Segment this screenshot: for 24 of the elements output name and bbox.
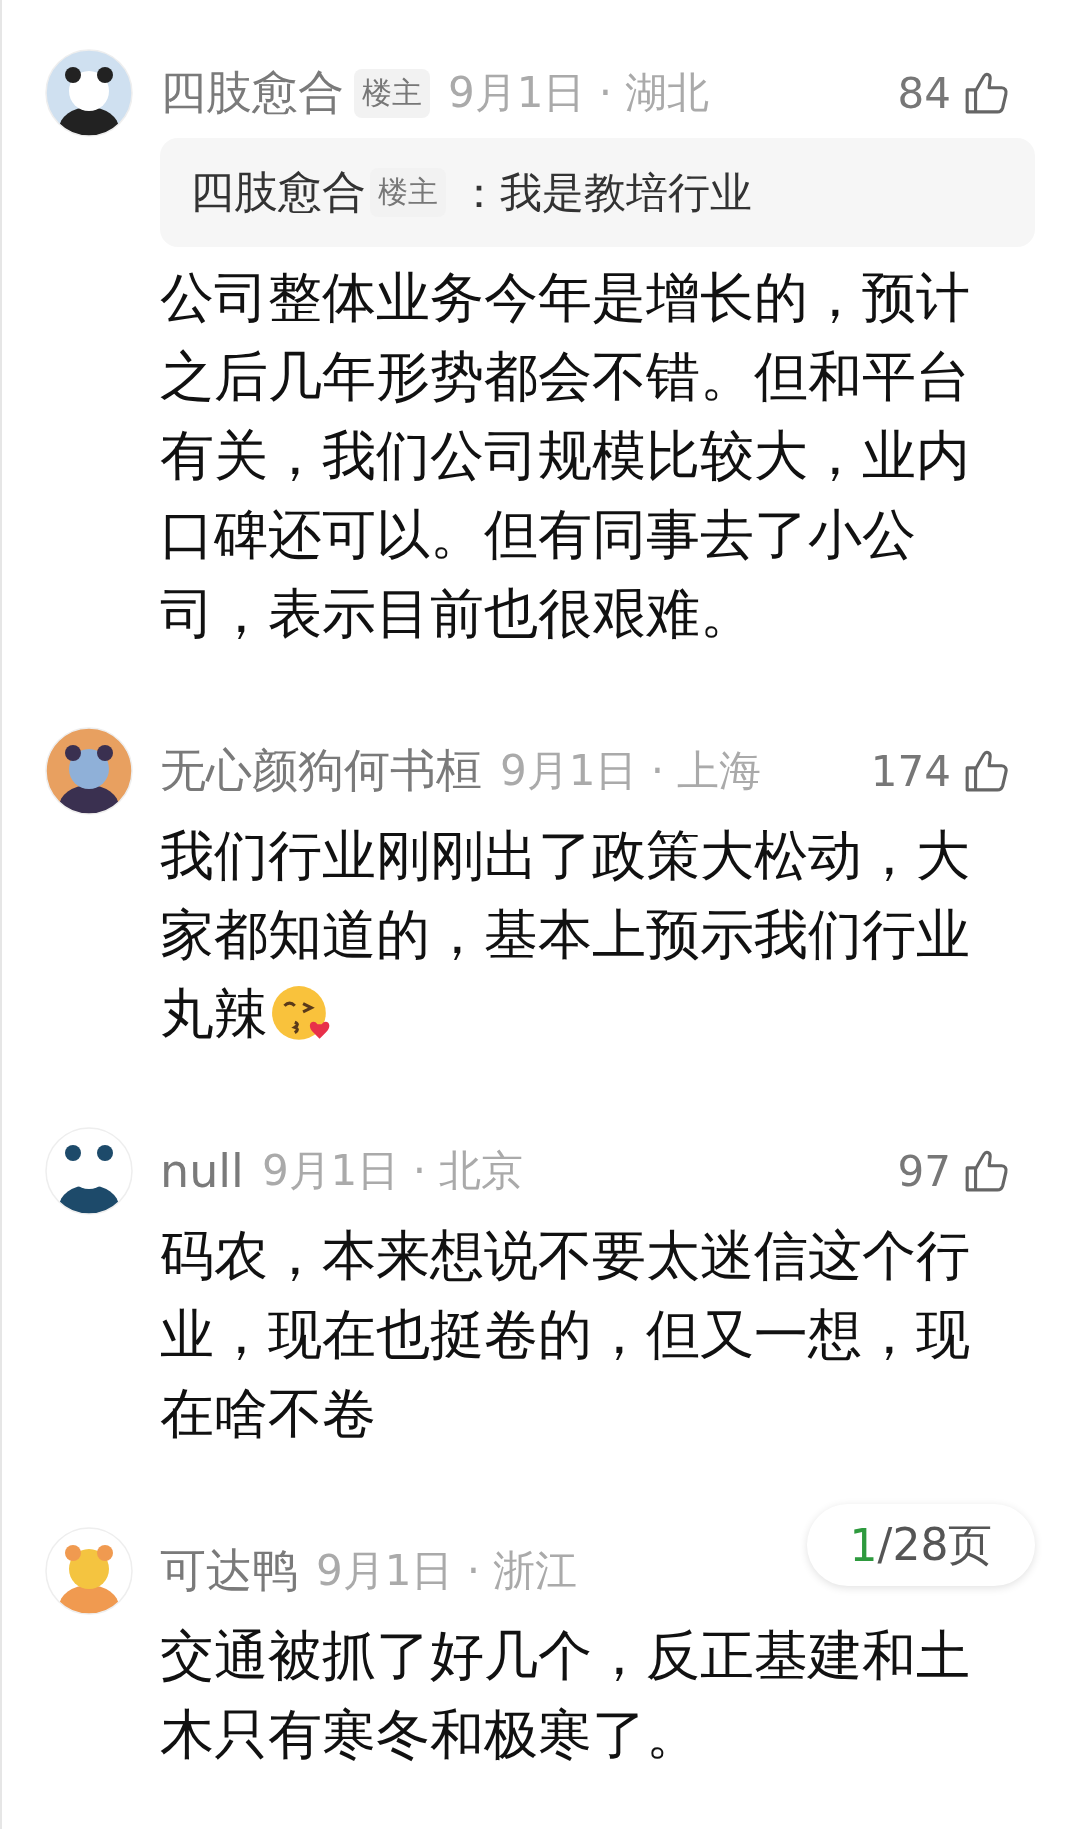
date-location: 9月1日 · 北京 [261,1145,524,1197]
date-location: 9月1日 · 浙江 [316,1545,578,1597]
like-count: 97 [897,1146,951,1196]
thumbs-up-icon[interactable] [963,748,1009,794]
comment-text: 我们行业刚刚出了政策大松动，大家都知道的，基本上预示我们行业 [160,823,971,968]
like-count: 174 [870,746,951,796]
comment-text: 交通被抓了好几个，反正基建和土木只有寒冬和极寒了。 [160,1623,971,1768]
username[interactable]: 可达鸭 [160,1540,298,1602]
thumbs-up-icon[interactable] [963,70,1009,116]
comment-text: 公司整体业务今年是增长的，预计之后几年形势都会不错。但和平台有关，我们公司规模比较大，业内口碑还可以。但有同事去了小公司，表示目前也很艰难。 [160,265,971,647]
page-indicator[interactable]: 1/28页 [807,1504,1035,1586]
username[interactable]: 无心颜狗何书桓 [160,740,482,802]
date-location: 9月1日 · 上海 [500,745,762,797]
op-badge: 楼主 [354,68,430,118]
comment-text: 丸辣 [160,981,268,1047]
quoted-text: ：我是教培行业 [458,166,752,219]
comment-text: 码农，本来想说不要太迷信这个行业，现在也挺卷的，但又一想，现在啥不卷 [160,1223,971,1447]
date-location: 9月1日 · 湖北 [448,67,710,119]
username[interactable]: 四肢愈合 [160,62,344,124]
thumbs-up-icon[interactable] [963,1148,1009,1194]
like-count: 84 [897,68,951,118]
quoted-username: 四肢愈合 [190,165,366,219]
op-badge: 楼主 [370,168,446,217]
username[interactable]: null [160,1144,244,1198]
